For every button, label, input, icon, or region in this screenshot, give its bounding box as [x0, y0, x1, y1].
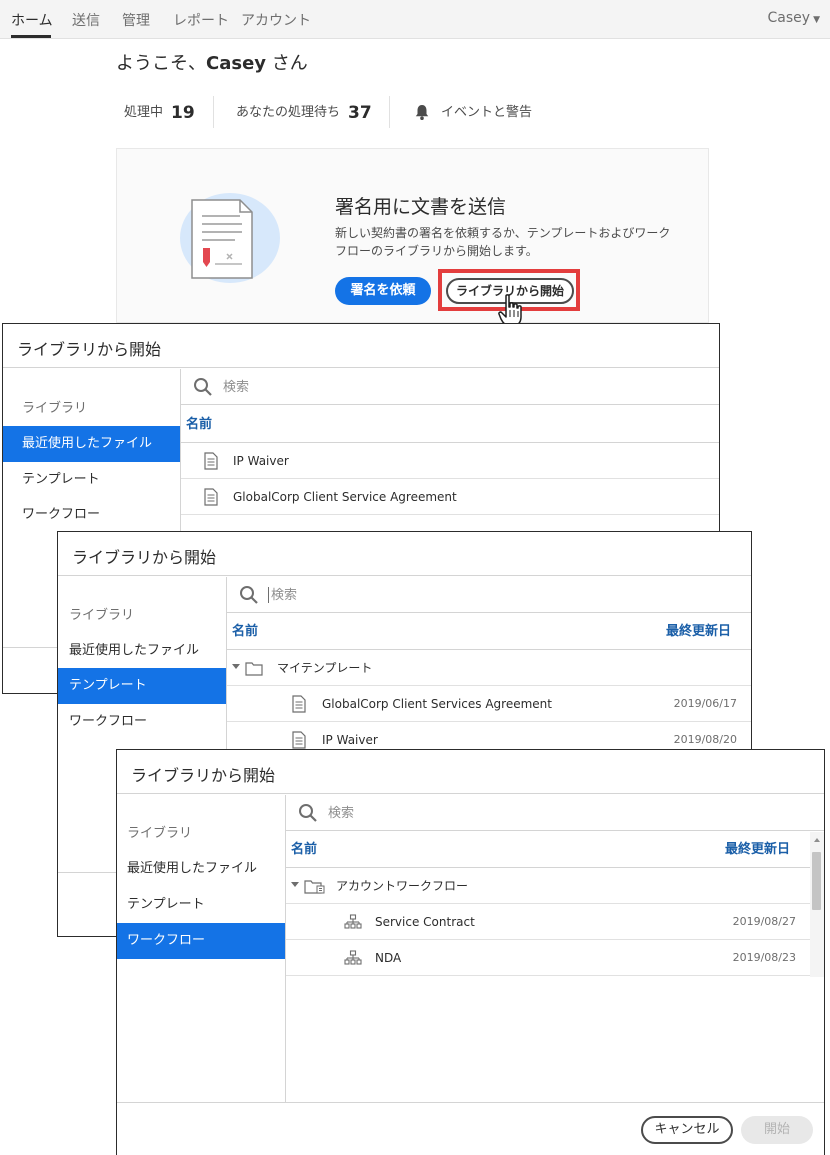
expand-triangle-icon[interactable] [232, 664, 240, 669]
library-dialog-workflows: ライブラリから開始 ライブラリ 最近使用したファイル テンプレート ワークフロー… [116, 749, 825, 1155]
sidebar-heading-library: ライブラリ [22, 401, 88, 416]
search-icon [299, 804, 317, 822]
sidebar-item-recent[interactable]: 最近使用したファイル [117, 851, 285, 887]
stat-count: 37 [348, 103, 372, 123]
list-item[interactable]: Service Contract 2019/08/27 [286, 904, 810, 940]
expand-triangle-icon[interactable] [291, 882, 299, 887]
divider [389, 96, 390, 128]
search-input[interactable] [271, 584, 531, 606]
card-description: 新しい契約書の署名を依頼するか、テンプレートおよびワークフローのライブラリから開… [335, 226, 671, 258]
footer-divider [117, 1102, 824, 1103]
document-illustration-icon [180, 193, 280, 283]
search-icon [240, 586, 258, 604]
nav-tab-send[interactable]: 送信 [72, 10, 100, 30]
item-name: NDA [375, 951, 402, 965]
column-header: 名前 [181, 406, 719, 443]
stat-events[interactable]: イベントと警告 [441, 101, 532, 120]
scroll-thumb[interactable] [812, 852, 821, 910]
stat-label: あなたの処理待ち [236, 105, 341, 120]
column-header: 名前 最終更新日 [227, 613, 751, 650]
column-header-name[interactable]: 名前 [232, 613, 258, 650]
list-item[interactable]: GlobalCorp Client Service Agreement [181, 479, 719, 515]
sidebar-heading-library: ライブラリ [69, 608, 135, 623]
column-header-name[interactable]: 名前 [186, 406, 212, 443]
sidebar-item-templates[interactable]: テンプレート [3, 462, 180, 498]
dialog-title: ライブラリから開始 [3, 324, 719, 368]
item-date: 2019/08/27 [732, 915, 796, 928]
document-icon [204, 488, 218, 506]
dialog-sidebar: ライブラリ 最近使用したファイル テンプレート ワークフロー [117, 795, 286, 1103]
welcome-suffix: さん [266, 53, 308, 74]
search-input[interactable] [223, 376, 483, 398]
column-header: 名前 最終更新日 [286, 831, 810, 868]
active-tab-indicator [11, 35, 51, 38]
item-name: GlobalCorp Client Service Agreement [233, 490, 457, 504]
cancel-button[interactable]: キャンセル [641, 1116, 733, 1144]
welcome-prefix: ようこそ、 [116, 53, 206, 74]
chevron-down-icon: ▼ [813, 15, 820, 25]
start-button[interactable]: 開始 [741, 1116, 813, 1144]
workflow-icon [344, 950, 362, 965]
text-caret [268, 587, 269, 603]
stat-label: イベントと警告 [441, 105, 533, 120]
nav-tab-account[interactable]: アカウント [241, 10, 311, 30]
list-item[interactable]: IP Waiver [181, 443, 719, 479]
top-nav: ホーム 送信 管理 レポート アカウント Casey ▼ [0, 0, 830, 39]
folder-row[interactable]: アカウントワークフロー [286, 868, 810, 904]
nav-tab-manage[interactable]: 管理 [122, 10, 150, 30]
folder-name: マイテンプレート [277, 661, 373, 675]
sidebar-item-workflows[interactable]: ワークフロー [3, 497, 180, 533]
stat-in-progress[interactable]: 処理中 19 [124, 101, 195, 123]
workflow-folder-icon [304, 880, 325, 894]
item-date: 2019/06/17 [673, 697, 737, 710]
search-bar [227, 577, 751, 613]
nav-tab-home[interactable]: ホーム [11, 10, 53, 30]
request-signature-button[interactable]: 署名を依頼 [335, 277, 431, 305]
item-name: IP Waiver [233, 454, 289, 468]
card-title: 署名用に文書を送信 [335, 196, 507, 218]
item-name: GlobalCorp Client Services Agreement [322, 697, 552, 711]
folder-row[interactable]: マイテンプレート [227, 650, 751, 686]
stat-label: 処理中 [124, 105, 164, 120]
search-icon [194, 378, 212, 396]
search-bar [181, 369, 719, 405]
column-header-name[interactable]: 名前 [291, 831, 317, 868]
folder-name: アカウントワークフロー [336, 879, 469, 893]
sidebar-item-workflows[interactable]: ワークフロー [117, 923, 285, 959]
welcome-name: Casey [206, 53, 267, 74]
document-icon [292, 695, 306, 713]
item-name: Service Contract [375, 915, 475, 929]
dialog-title: ライブラリから開始 [58, 532, 751, 576]
sidebar-item-workflows[interactable]: ワークフロー [58, 704, 226, 740]
search-bar [286, 795, 824, 831]
nav-tab-reports[interactable]: レポート [173, 10, 229, 30]
bell-icon [415, 105, 429, 120]
list-item[interactable]: NDA 2019/08/23 [286, 940, 810, 976]
sidebar-item-templates[interactable]: テンプレート [58, 668, 226, 704]
scrollbar[interactable] [810, 832, 824, 977]
search-input[interactable] [328, 802, 588, 824]
divider [213, 96, 214, 128]
item-date: 2019/08/23 [732, 951, 796, 964]
document-icon [204, 452, 218, 470]
welcome-heading: ようこそ、Casey さん [116, 49, 308, 75]
workflow-icon [344, 914, 362, 929]
sidebar-item-recent[interactable]: 最近使用したファイル [58, 633, 226, 669]
stat-count: 19 [171, 103, 195, 123]
sidebar-item-recent[interactable]: 最近使用したファイル [3, 426, 180, 462]
user-menu[interactable]: Casey ▼ [768, 10, 820, 26]
folder-icon [245, 662, 263, 676]
scroll-up-icon[interactable] [814, 838, 820, 842]
dialog-title: ライブラリから開始 [117, 750, 824, 794]
column-header-date[interactable]: 最終更新日 [725, 831, 790, 868]
sidebar-heading-library: ライブラリ [127, 826, 193, 841]
list-item[interactable]: GlobalCorp Client Services Agreement 201… [227, 686, 751, 722]
sidebar-item-templates[interactable]: テンプレート [117, 887, 285, 923]
stat-waiting[interactable]: あなたの処理待ち 37 [236, 101, 372, 123]
document-icon [292, 731, 306, 749]
user-name: Casey [767, 10, 811, 26]
column-header-date[interactable]: 最終更新日 [666, 613, 731, 650]
